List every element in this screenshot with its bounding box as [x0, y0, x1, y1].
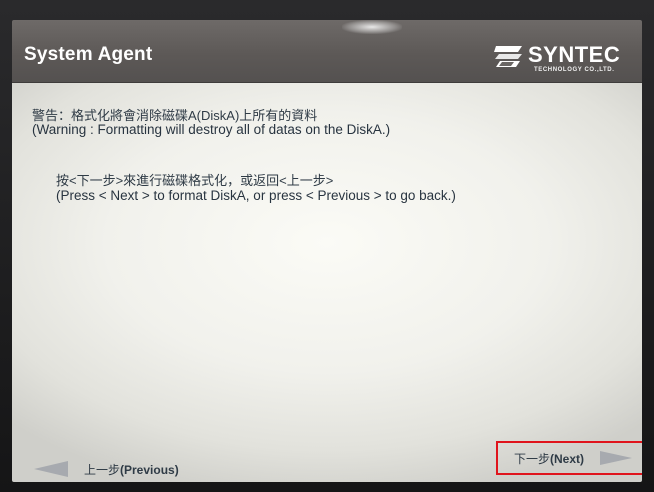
- arrow-right-icon: [600, 451, 632, 465]
- next-button[interactable]: 下一步(Next): [496, 441, 642, 475]
- instruction-text-zh: 按<下一步>來進行磁碟格式化，或返回<上一步>: [56, 173, 334, 188]
- system-agent-window: System Agent SYNTEC TECHNOLOGY CO.,LTD. …: [12, 20, 642, 482]
- title-bar: System Agent SYNTEC TECHNOLOGY CO.,LTD.: [12, 20, 642, 83]
- logo-name: SYNTEC: [528, 42, 621, 67]
- arrow-left-icon: [34, 461, 68, 477]
- previous-button-label: 上一步(Previous): [84, 462, 179, 477]
- screen-glare: [342, 20, 402, 34]
- syntec-logo: SYNTEC TECHNOLOGY CO.,LTD.: [494, 40, 634, 76]
- dialog-body: 警告：格式化將會消除磁碟A(DiskA)上所有的資料 (Warning : Fo…: [12, 83, 642, 482]
- window-title: System Agent: [24, 44, 153, 65]
- warning-text-en: (Warning : Formatting will destroy all o…: [32, 122, 391, 137]
- syntec-logo-icon: [494, 46, 522, 67]
- logo-subtitle: TECHNOLOGY CO.,LTD.: [534, 67, 615, 73]
- previous-button[interactable]: 上一步(Previous): [34, 459, 179, 479]
- instruction-text-en: (Press < Next > to format DiskA, or pres…: [56, 188, 456, 203]
- next-button-label: 下一步(Next): [513, 451, 584, 466]
